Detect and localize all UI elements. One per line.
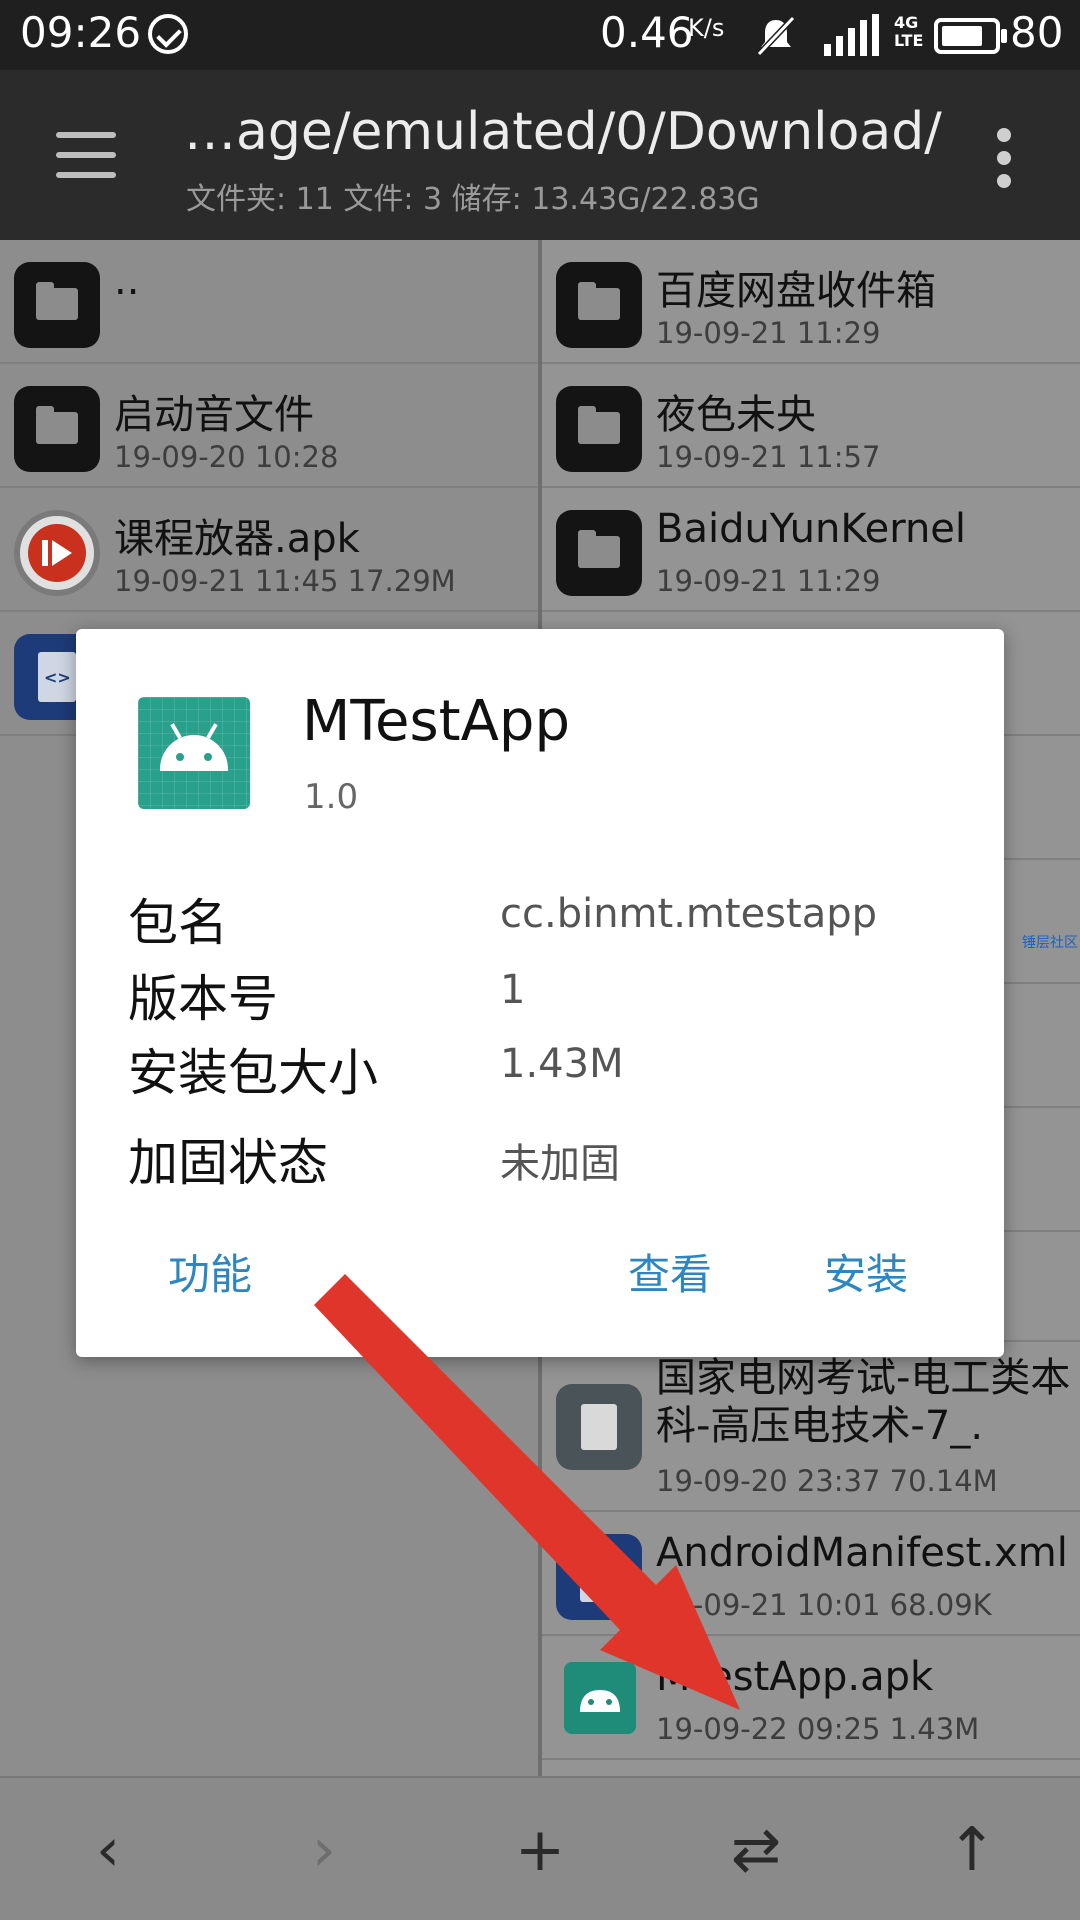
info-value: 未加固 — [500, 1141, 620, 1187]
file-name: 启动音文件 — [114, 392, 314, 438]
file-row[interactable]: 夜色未央 19-09-21 11:57 — [542, 364, 1080, 488]
file-meta: 19-09-21 11:29 — [656, 316, 881, 350]
info-label: 包名 — [128, 894, 228, 952]
install-button[interactable]: 安装 — [824, 1241, 908, 1302]
network-speed: 0.46 — [600, 8, 694, 57]
info-row-version-code: 版本号 1 — [128, 959, 948, 1028]
bottom-toolbar: ‹ › + ⇄ ↑ — [0, 1776, 1080, 1920]
side-watermark-text: 锤层社区 — [1022, 935, 1078, 951]
folder-summary: 文件夹: 11 文件: 3 储存: 13.43G/22.83G — [186, 182, 760, 217]
info-row-package: 包名 cc.binmt.mtestapp — [128, 883, 948, 952]
swap-panes-icon[interactable]: ⇄ — [716, 1810, 796, 1890]
file-name: 课程放器.apk — [114, 516, 360, 562]
app-icon — [138, 697, 250, 809]
mute-bell-icon — [756, 16, 796, 56]
info-value: 1.43M — [500, 1041, 624, 1087]
file-name: AndroidManifest.xml — [656, 1530, 1068, 1576]
folder-icon — [556, 262, 642, 348]
functions-button[interactable]: 功能 — [168, 1241, 252, 1302]
forward-icon[interactable]: › — [284, 1810, 364, 1890]
current-path[interactable]: …age/emulated/0/Download/ — [184, 102, 942, 162]
info-value: 1 — [500, 967, 526, 1013]
add-icon[interactable]: + — [500, 1810, 580, 1890]
apk-info-dialog: MTestApp 1.0 包名 cc.binmt.mtestapp 版本号 1 … — [76, 629, 1004, 1357]
apk-icon — [14, 510, 100, 596]
signal-icon — [824, 14, 879, 56]
file-meta: 19-09-21 11:29 — [656, 564, 881, 598]
file-name: MTestApp.apk — [656, 1654, 934, 1700]
status-time: 09:26 — [20, 8, 142, 57]
file-meta: 19-09-20 10:28 — [114, 440, 339, 474]
menu-icon[interactable] — [56, 132, 116, 180]
android-robot-icon — [160, 723, 228, 771]
file-row[interactable]: AndroidManifest.xml 19-09-21 10:01 68.09… — [542, 1512, 1080, 1636]
file-meta: 19-09-21 11:57 — [656, 440, 881, 474]
info-label: 版本号 — [128, 970, 278, 1028]
folder-icon — [14, 386, 100, 472]
file-meta: 19-09-21 11:45 17.29M — [114, 564, 456, 598]
folder-icon — [556, 386, 642, 472]
view-button[interactable]: 查看 — [628, 1241, 712, 1302]
more-options-icon[interactable] — [992, 128, 1016, 188]
battery-percent: 80 — [1010, 8, 1064, 57]
check-circle-icon — [148, 14, 188, 54]
file-meta: 19-09-21 10:01 68.09K — [656, 1588, 992, 1622]
file-name: .. — [114, 258, 140, 304]
file-name: BaiduYunKernel — [656, 506, 967, 552]
android-icon — [564, 1662, 636, 1734]
file-name: 百度网盘收件箱 — [656, 268, 936, 314]
xml-file-icon — [556, 1534, 642, 1620]
network-speed-unit: K/s — [688, 14, 725, 42]
app-name: MTestApp — [302, 689, 570, 754]
file-row[interactable]: 课程放器.apk 19-09-21 11:45 17.29M — [0, 488, 538, 612]
file-row[interactable]: 启动音文件 19-09-20 10:28 — [0, 364, 538, 488]
network-type-label: 4G — [894, 13, 919, 32]
network-sub-label: LTE — [894, 31, 924, 50]
file-name: 夜色未央 — [656, 392, 816, 438]
folder-icon — [14, 262, 100, 348]
file-row[interactable]: BaiduYunKernel 19-09-21 11:29 — [542, 488, 1080, 612]
battery-fill — [942, 26, 982, 46]
parent-folder-icon[interactable]: ↑ — [932, 1810, 1012, 1890]
battery-icon — [934, 18, 1007, 54]
info-row-protection: 加固状态 未加固 — [128, 1123, 948, 1192]
file-row[interactable]: 国家电网考试-电工类本科-高压电技术-7_. 19-09-20 23:37 70… — [542, 1342, 1080, 1512]
info-label: 加固状态 — [128, 1134, 328, 1192]
info-row-size: 安装包大小 1.43M — [128, 1033, 948, 1102]
network-type: 4G LTE — [894, 14, 923, 50]
file-name: 国家电网考试-电工类本科-高压电技术-7_. — [656, 1355, 1071, 1449]
file-row[interactable]: .. — [0, 240, 538, 364]
back-icon[interactable]: ‹ — [68, 1810, 148, 1890]
status-bar: 09:26 0.46 K/s 4G LTE 80 — [0, 0, 1080, 70]
info-label: 安装包大小 — [128, 1044, 378, 1102]
app-bar: …age/emulated/0/Download/ 文件夹: 11 文件: 3 … — [0, 70, 1080, 240]
folder-icon — [556, 510, 642, 596]
app-version: 1.0 — [304, 777, 359, 817]
file-meta: 19-09-22 09:25 1.43M — [656, 1712, 980, 1746]
file-row[interactable]: 百度网盘收件箱 19-09-21 11:29 — [542, 240, 1080, 364]
file-row[interactable]: MTestApp.apk 19-09-22 09:25 1.43M — [542, 1636, 1080, 1760]
file-meta: 19-09-20 23:37 70.14M — [656, 1464, 998, 1498]
info-value: cc.binmt.mtestapp — [500, 891, 877, 937]
file-icon — [556, 1384, 642, 1470]
